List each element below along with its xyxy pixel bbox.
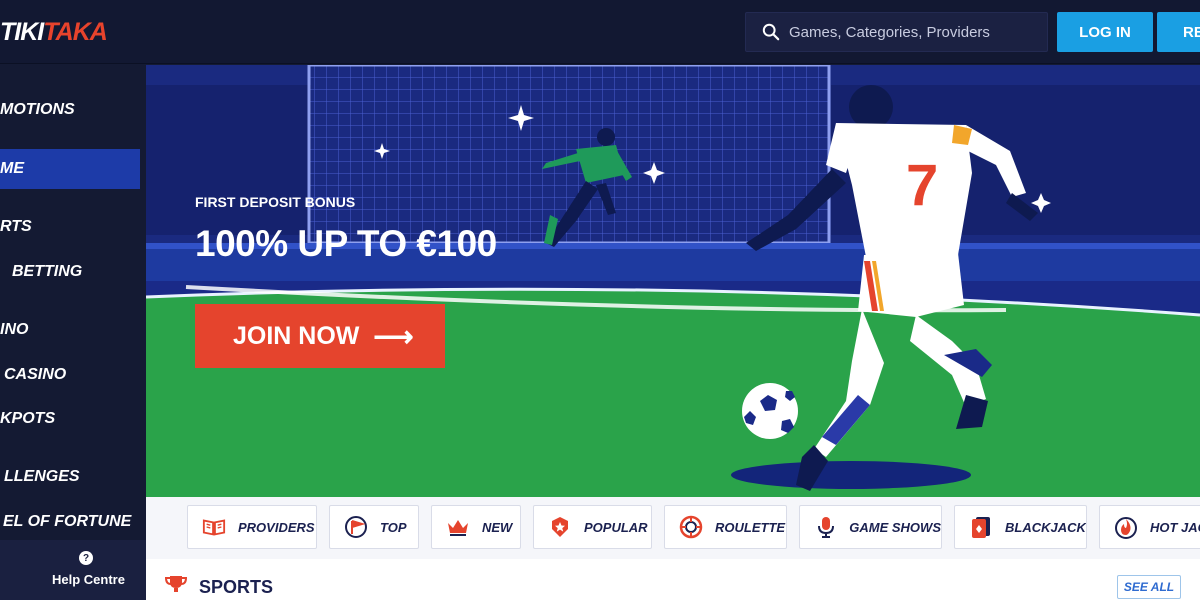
category-blackjack[interactable]: BLACKJACK — [954, 505, 1087, 549]
category-game-shows[interactable]: GAME SHOWS — [799, 505, 942, 549]
sidebar-item-label: CASINO — [4, 366, 67, 383]
sidebar-item-live-casino[interactable]: CASINO — [0, 355, 140, 395]
crown-icon — [446, 515, 470, 539]
sidebar: MOTIONS ME RTS BETTING INO CASINO KPOTS … — [0, 65, 146, 600]
sports-section: SPORTS SEE ALL — [146, 559, 1200, 600]
question-icon: ? — [79, 551, 93, 565]
search-icon — [762, 23, 780, 41]
arrow-right-icon: ⟶ — [373, 320, 414, 352]
sidebar-item-label: KPOTS — [0, 410, 56, 427]
join-now-label: JOIN NOW — [233, 321, 360, 350]
sidebar-item-label: INO — [0, 321, 29, 338]
sidebar-item-label: LLENGES — [4, 468, 80, 485]
category-label: GAME SHOWS — [849, 519, 941, 535]
sidebar-item-live-betting[interactable]: BETTING — [0, 252, 140, 292]
jersey-number: 7 — [906, 153, 938, 218]
register-button[interactable]: RE — [1157, 12, 1200, 52]
sidebar-item-label: BETTING — [12, 263, 83, 280]
hero-title: 100% UP TO €100 — [195, 223, 497, 264]
sidebar-item-label: MOTIONS — [0, 101, 75, 118]
sidebar-item-promotions[interactable]: MOTIONS — [0, 90, 140, 130]
book-icon — [202, 515, 226, 539]
top-bar: TIKITAKA Games, Categories, Providers LO… — [0, 0, 1200, 64]
category-providers[interactable]: PROVIDERS — [187, 505, 317, 549]
sidebar-item-home[interactable]: ME — [0, 149, 140, 189]
flag-icon — [344, 515, 368, 539]
category-label: HOT JACK — [1150, 519, 1200, 535]
category-popular[interactable]: POPULAR — [533, 505, 652, 549]
trophy-icon — [164, 575, 188, 600]
roulette-icon — [679, 515, 703, 539]
flame-icon — [1114, 515, 1138, 539]
category-new[interactable]: NEW — [431, 505, 521, 549]
login-button[interactable]: LOG IN — [1057, 12, 1153, 52]
category-roulette[interactable]: ROULETTE — [664, 505, 787, 549]
category-top[interactable]: TOP — [329, 505, 419, 549]
join-now-button[interactable]: JOIN NOW ⟶ — [195, 304, 445, 368]
category-label: POPULAR — [584, 519, 648, 535]
search-placeholder: Games, Categories, Providers — [789, 23, 990, 41]
logo-part-2: TAKA — [43, 18, 108, 46]
hero-illustration: 7 — [146, 65, 1200, 497]
sidebar-item-casino[interactable]: INO — [0, 310, 140, 350]
sports-title: SPORTS — [199, 577, 274, 597]
category-label: BLACKJACK — [1005, 519, 1086, 535]
logo-part-1: TIKI — [0, 18, 44, 46]
help-centre-label: Help Centre — [52, 572, 125, 587]
star-badge-icon — [548, 515, 572, 539]
sidebar-item-wheel-of-fortune[interactable]: EL OF FORTUNE — [0, 502, 140, 542]
search-input[interactable]: Games, Categories, Providers — [745, 12, 1048, 52]
sidebar-item-label: RTS — [0, 218, 32, 235]
microphone-icon — [814, 515, 837, 539]
sidebar-item-jackpots[interactable]: KPOTS — [0, 399, 140, 439]
category-bar: PROVIDERS TOP NEW POPULAR ROULETTE GAME … — [146, 497, 1200, 559]
help-centre-button[interactable]: ? Help Centre — [0, 540, 146, 600]
see-all-button[interactable]: SEE ALL — [1117, 575, 1181, 599]
hero-subtitle: FIRST DEPOSIT BONUS — [195, 194, 356, 210]
football — [742, 383, 798, 439]
sidebar-item-label: EL OF FORTUNE — [3, 513, 132, 530]
category-label: ROULETTE — [715, 519, 786, 535]
sidebar-item-label: ME — [0, 160, 24, 177]
logo[interactable]: TIKITAKA — [0, 18, 108, 47]
sidebar-item-challenges[interactable]: LLENGES — [0, 457, 140, 497]
category-label: TOP — [380, 519, 407, 535]
category-label: PROVIDERS — [238, 519, 315, 535]
card-icon — [969, 515, 993, 539]
category-label: NEW — [482, 519, 513, 535]
category-hot-jackpots[interactable]: HOT JACK — [1099, 505, 1200, 549]
sidebar-item-sports[interactable]: RTS — [0, 207, 140, 247]
hero-banner[interactable]: 7 FIRST DEPOSIT BONUS 100% UP TO €100 JO… — [146, 65, 1200, 497]
